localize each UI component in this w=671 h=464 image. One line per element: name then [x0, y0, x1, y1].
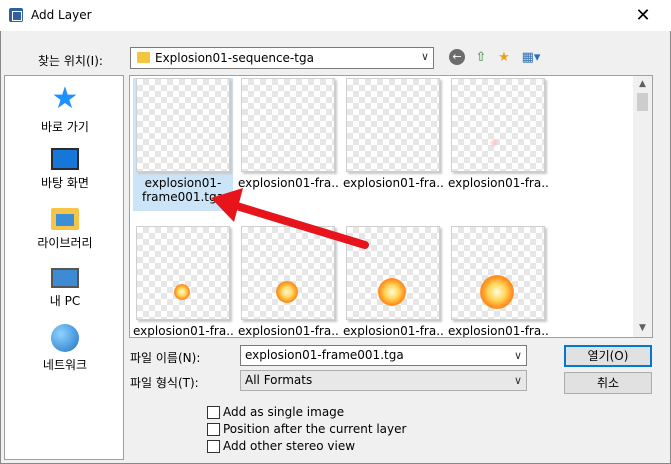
chevron-down-icon: ∨ — [513, 374, 522, 387]
scroll-thumb[interactable] — [637, 93, 648, 111]
look-in-value: Explosion01-sequence-tga — [155, 51, 314, 65]
file-type-select[interactable]: All Formats ∨ — [240, 370, 527, 391]
places-bar: ★ 바로 가기 바탕 화면 라이브러리 내 PC 네트워크 — [4, 75, 124, 460]
place-desktop[interactable]: 바탕 화면 — [5, 144, 125, 191]
file-name: explosion01-fra... — [238, 176, 338, 190]
star-icon: ★ — [51, 81, 79, 116]
checkbox-label: Add other stereo view — [223, 439, 356, 453]
scroll-down-icon[interactable]: ▼ — [633, 320, 652, 337]
checkbox-box[interactable] — [207, 423, 220, 436]
file-thumbnail[interactable]: explosion01-fra... — [448, 78, 548, 190]
place-quick-access[interactable]: ★ 바로 가기 — [5, 84, 125, 135]
file-type-label: 파일 형식(T): — [130, 376, 199, 390]
file-name: explosion01-fra... — [343, 324, 443, 338]
new-folder-icon[interactable]: ★ — [495, 49, 513, 67]
place-network[interactable]: 네트워크 — [5, 324, 125, 373]
place-this-pc[interactable]: 내 PC — [5, 264, 125, 309]
scroll-up-icon[interactable]: ▲ — [633, 76, 652, 93]
file-thumbnail[interactable]: explosion01-frame001.tga — [133, 78, 233, 211]
checkbox-label: Add as single image — [223, 405, 345, 419]
place-label: 바로 가기 — [41, 120, 89, 134]
explosion-spark — [174, 284, 190, 300]
thumbnail-image — [136, 226, 230, 320]
file-name: explosion01-fra... — [238, 324, 338, 338]
view-menu-icon[interactable]: ▦▾ — [518, 49, 544, 67]
file-name: explosion01-fra... — [448, 176, 548, 190]
checkbox-box[interactable] — [207, 440, 220, 453]
look-in-dropdown[interactable]: Explosion01-sequence-tga ∨ — [130, 47, 434, 69]
open-button[interactable]: 열기(O) — [564, 345, 652, 367]
checkbox-box[interactable] — [207, 406, 220, 419]
file-name-value: explosion01-frame001.tga — [245, 348, 404, 362]
thumbnail-image — [451, 226, 545, 320]
checkbox-label: Position after the current layer — [223, 422, 407, 436]
file-name: explosion01-fra... — [448, 324, 548, 338]
explosion-spark — [378, 278, 406, 306]
cancel-button[interactable]: 취소 — [564, 372, 652, 394]
explosion-spark — [480, 275, 514, 309]
thumbnail-image — [451, 78, 545, 172]
thumbnail-image — [346, 78, 440, 172]
file-name-label: 파일 이름(N): — [130, 351, 201, 365]
file-thumbnail[interactable]: explosion01-fra... — [343, 226, 443, 338]
title-bar: Add Layer ✕ — [0, 0, 671, 31]
folder-icon — [137, 52, 150, 63]
window-title: Add Layer — [31, 8, 92, 22]
file-name: explosion01-fra... — [133, 324, 233, 338]
thumbnail-image — [346, 226, 440, 320]
look-in-label: 찾는 위치(I): — [38, 54, 103, 68]
vertical-scrollbar[interactable]: ▲ ▼ — [633, 76, 652, 337]
place-libraries[interactable]: 라이브러리 — [5, 204, 125, 251]
up-folder-icon[interactable]: ⇧ — [472, 49, 490, 67]
file-name: explosion01-fra... — [343, 176, 443, 190]
explosion-spark — [276, 281, 298, 303]
file-name: explosion01-frame001.tga — [142, 176, 224, 204]
place-label: 네트워크 — [42, 358, 88, 372]
file-thumbnail[interactable]: explosion01-fra... — [238, 226, 338, 338]
file-thumbnail[interactable]: explosion01-fra... — [343, 78, 443, 190]
chevron-down-icon: ∨ — [420, 50, 429, 63]
back-arrow-icon[interactable]: ← — [449, 49, 467, 67]
thumbnail-image — [241, 78, 335, 172]
file-name-field[interactable]: explosion01-frame001.tga ∨ — [240, 345, 527, 366]
file-thumbnail[interactable]: explosion01-fra... — [133, 226, 233, 338]
file-list: explosion01-frame001.tga explosion01-fra… — [129, 75, 653, 338]
network-icon — [51, 324, 79, 352]
place-label: 라이브러리 — [37, 236, 93, 250]
explosion-spark — [490, 139, 498, 147]
file-thumbnail[interactable]: explosion01-fra... — [238, 78, 338, 190]
thumbnail-image — [241, 226, 335, 320]
close-icon[interactable]: ✕ — [620, 2, 666, 29]
file-thumbnail[interactable]: explosion01-fra... — [448, 226, 548, 338]
file-type-value: All Formats — [245, 373, 313, 387]
place-label: 바탕 화면 — [41, 176, 89, 190]
computer-icon — [51, 268, 79, 288]
place-label: 내 PC — [49, 294, 81, 308]
chevron-down-icon[interactable]: ∨ — [514, 349, 522, 362]
library-icon — [51, 208, 79, 230]
app-icon — [9, 8, 23, 22]
thumbnail-image — [136, 78, 230, 172]
desktop-icon — [51, 148, 79, 170]
